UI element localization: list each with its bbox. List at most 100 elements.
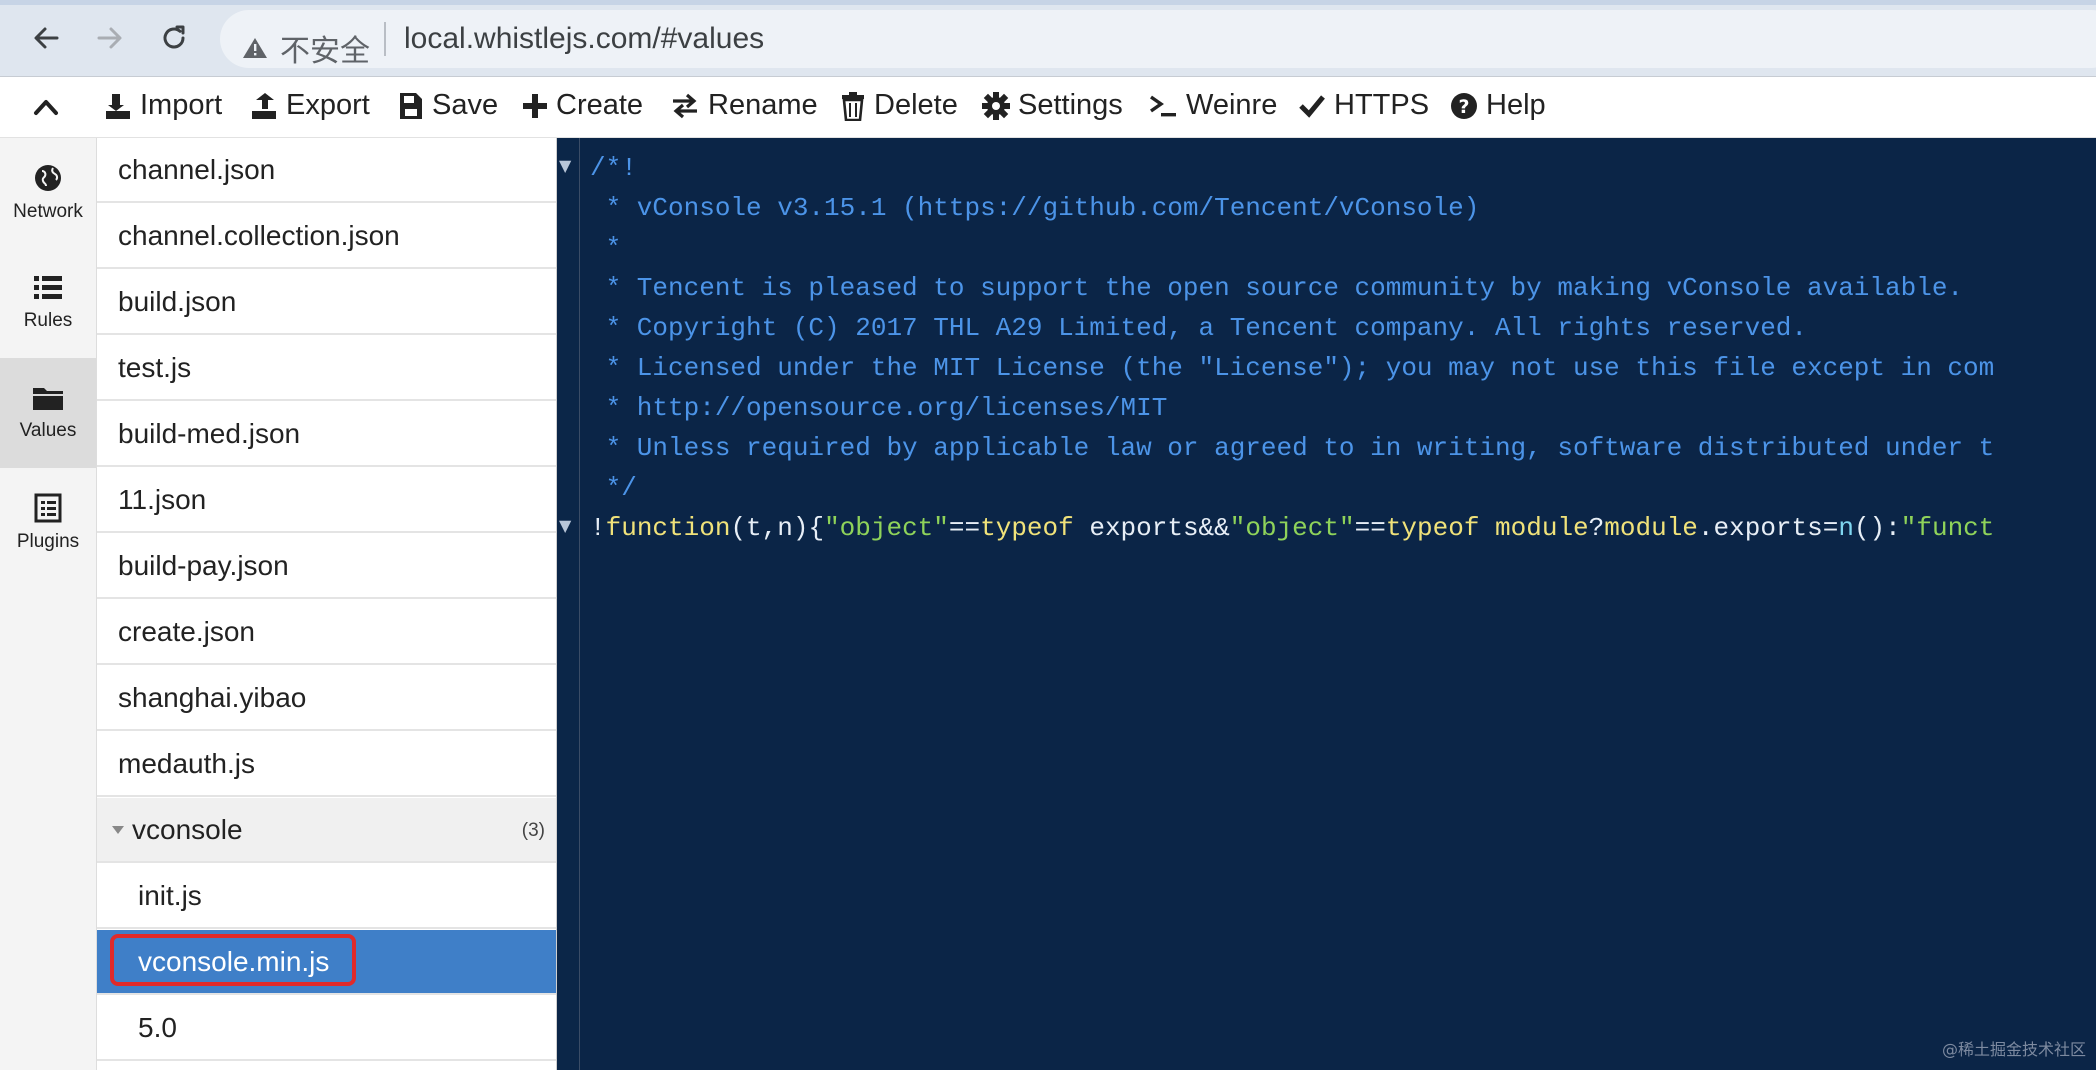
fold-marker-icon[interactable]: ▼ bbox=[559, 156, 571, 175]
delete-button[interactable]: Delete bbox=[840, 89, 958, 122]
code-line: /*! bbox=[590, 153, 637, 183]
question-circle-icon: ? bbox=[1451, 92, 1477, 119]
caret-down-icon[interactable] bbox=[112, 826, 124, 834]
gear-icon bbox=[982, 91, 1010, 120]
trash-icon bbox=[842, 91, 864, 121]
code-token: module bbox=[1604, 513, 1698, 543]
list-item[interactable]: channel.collection.json bbox=[97, 204, 556, 269]
import-icon bbox=[106, 93, 130, 119]
create-button[interactable]: Create bbox=[522, 89, 643, 122]
code-line: * Licensed under the MIT License (the "L… bbox=[590, 353, 1995, 383]
list-item[interactable]: 5.0 bbox=[97, 996, 556, 1061]
code-editor[interactable]: /*! * vConsole v3.15.1 (https://github.c… bbox=[580, 138, 2096, 1070]
code-token: "object" bbox=[1229, 513, 1355, 543]
help-button[interactable]: ? Help bbox=[1450, 89, 1546, 122]
rename-button[interactable]: Rename bbox=[670, 89, 818, 122]
code-token: .exports= bbox=[1697, 513, 1839, 543]
create-label: Create bbox=[556, 89, 644, 121]
back-arrow-icon bbox=[34, 27, 59, 49]
reload-button[interactable] bbox=[154, 18, 194, 58]
save-label: Save bbox=[432, 89, 499, 121]
file-name: channel.json bbox=[118, 153, 276, 185]
reload-icon bbox=[163, 25, 185, 49]
app-toolbar: Import Export Save Create Rename Delete … bbox=[0, 77, 2096, 138]
code-line: !function(t,n){"object"==typeof exports&… bbox=[590, 508, 1994, 548]
save-button[interactable]: Save bbox=[398, 89, 498, 122]
weinre-label: Weinre bbox=[1186, 89, 1278, 121]
sidebar-item-label: Network bbox=[13, 201, 83, 222]
https-button[interactable]: HTTPS bbox=[1298, 89, 1429, 122]
code-token: ? bbox=[1588, 513, 1605, 543]
code-line: * Unless required by applicable law or a… bbox=[590, 433, 1995, 463]
browser-toolbar: 不安全 local.whistlejs.com/#values bbox=[0, 0, 2096, 77]
list-item[interactable]: build-pay.json bbox=[97, 534, 556, 599]
file-name: build-pay.json bbox=[118, 549, 289, 581]
plugin-icon bbox=[34, 493, 62, 523]
folder-icon bbox=[33, 388, 63, 410]
code-line: * bbox=[590, 233, 622, 263]
export-label: Export bbox=[286, 89, 370, 121]
code-token: "funct bbox=[1900, 513, 1995, 543]
sidebar: Network Rules Values Plugins bbox=[0, 138, 97, 1070]
list-item[interactable]: create.json bbox=[97, 600, 556, 665]
sidebar-item-values[interactable]: Values bbox=[0, 358, 96, 468]
chevron-up-icon bbox=[34, 100, 58, 115]
list-item[interactable]: 11.json bbox=[97, 468, 556, 533]
rename-icon bbox=[673, 93, 697, 118]
security-indicator[interactable]: 不安全 bbox=[242, 26, 370, 70]
values-file-list: channel.json channel.collection.json bui… bbox=[97, 138, 557, 1070]
code-token: module bbox=[1495, 513, 1589, 543]
list-item[interactable]: medauth.js bbox=[97, 732, 556, 797]
code-token: (t,n){ bbox=[730, 513, 825, 543]
forward-button[interactable] bbox=[90, 18, 130, 58]
browser-tab-strip-edge bbox=[0, 0, 2096, 5]
back-button[interactable] bbox=[26, 18, 66, 58]
globe-icon bbox=[35, 165, 61, 191]
code-token: == bbox=[948, 513, 981, 543]
forward-arrow-icon bbox=[97, 27, 122, 49]
sidebar-item-rules[interactable]: Rules bbox=[0, 248, 96, 358]
file-name: create.json bbox=[118, 615, 255, 647]
code-line: * http://opensource.org/licenses/MIT bbox=[590, 393, 1168, 423]
list-item[interactable]: test.js bbox=[97, 336, 556, 401]
save-icon bbox=[400, 92, 422, 119]
code-token: exports&& bbox=[1073, 513, 1230, 543]
code-line: */ bbox=[590, 473, 637, 503]
list-item[interactable]: channel.json bbox=[97, 138, 556, 203]
code-token: "object" bbox=[824, 513, 949, 543]
code-token: n bbox=[1838, 513, 1854, 543]
svg-text:?: ? bbox=[1458, 96, 1469, 118]
code-token: == bbox=[1354, 513, 1386, 543]
list-item[interactable]: shanghai.yibao bbox=[97, 666, 556, 731]
list-item[interactable]: build.json bbox=[97, 270, 556, 335]
delete-label: Delete bbox=[874, 89, 958, 121]
code-token: typeof bbox=[1385, 513, 1480, 543]
sidebar-item-label: Values bbox=[19, 420, 77, 441]
file-name: channel.collection.json bbox=[118, 219, 400, 251]
code-token: typeof bbox=[980, 513, 1074, 543]
group-vconsole[interactable]: vconsole (3) bbox=[97, 798, 556, 863]
file-name: 11.json bbox=[118, 483, 207, 515]
group-count-badge: (3) bbox=[521, 820, 545, 841]
weinre-button[interactable]: Weinre bbox=[1148, 89, 1277, 122]
security-label: 不安全 bbox=[280, 35, 370, 68]
highlight-annotation bbox=[110, 934, 356, 986]
file-name: build-med.json bbox=[118, 417, 301, 449]
import-label: Import bbox=[140, 89, 223, 121]
fold-marker-icon[interactable]: ▼ bbox=[559, 516, 571, 535]
export-button[interactable]: Export bbox=[250, 89, 370, 122]
settings-button[interactable]: Settings bbox=[982, 89, 1123, 122]
rename-label: Rename bbox=[708, 89, 818, 121]
code-line: * Tencent is pleased to support the open… bbox=[590, 273, 1964, 303]
import-button[interactable]: Import bbox=[104, 89, 222, 122]
file-name: 5.0 bbox=[138, 1011, 177, 1043]
sidebar-item-network[interactable]: Network bbox=[0, 138, 96, 248]
warning-icon bbox=[243, 38, 267, 58]
list-item-selected[interactable]: vconsole.min.js bbox=[97, 930, 556, 995]
collapse-toolbar-button[interactable] bbox=[26, 89, 66, 125]
sidebar-item-plugins[interactable]: Plugins bbox=[0, 468, 96, 578]
url-text[interactable]: local.whistlejs.com/#values bbox=[404, 22, 764, 56]
file-name: medauth.js bbox=[118, 747, 255, 779]
list-item[interactable]: init.js bbox=[97, 864, 556, 929]
list-item[interactable]: build-med.json bbox=[97, 402, 556, 467]
